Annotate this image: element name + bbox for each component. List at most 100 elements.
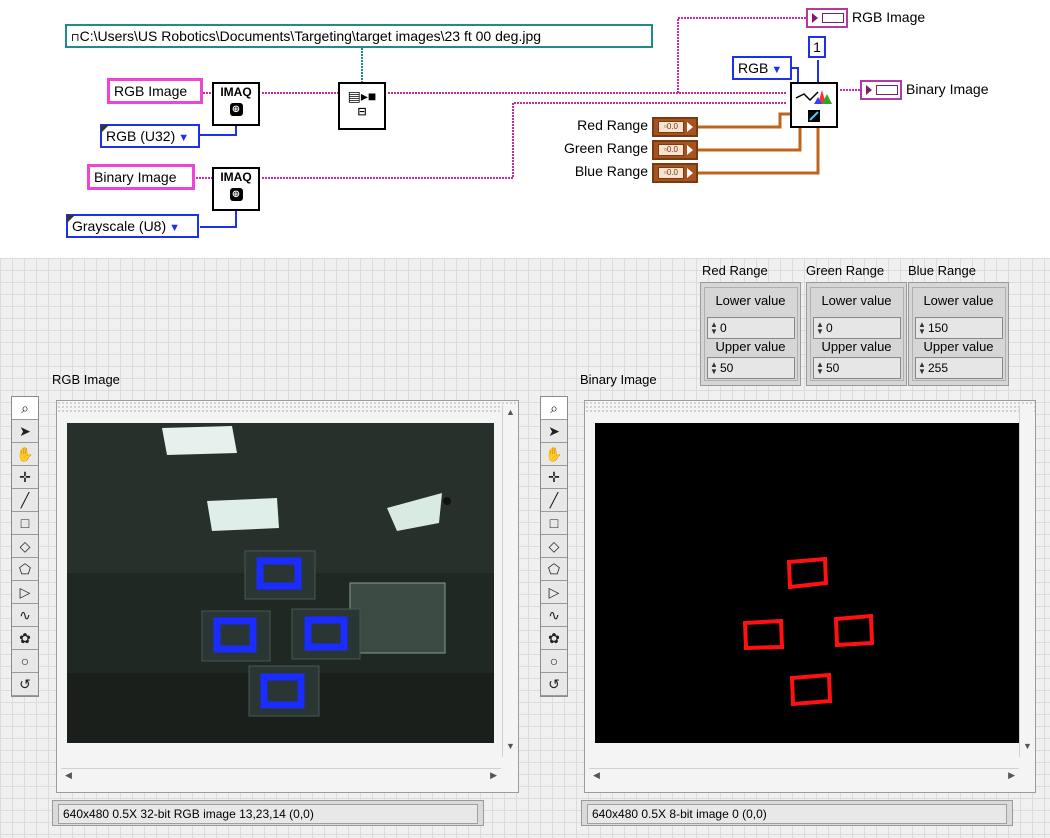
rotated-rectangle-icon[interactable]: ◇ [541,535,567,558]
blue-range-terminal[interactable]: ▫0.0 [652,163,698,183]
freehand-region-icon[interactable]: ▷ [12,581,38,604]
rgb-image-canvas[interactable] [67,423,494,743]
blue-range-label: Blue Range [574,163,648,179]
line-icon[interactable]: ╱ [541,489,567,512]
green-range-cluster: Lower value ▲ ▼ 0 Upper value ▲ ▼ 50 [806,282,907,386]
imaq-icon: ⊟ [357,106,367,118]
green-range-label: Green Range [563,140,648,156]
polygon-icon[interactable]: ⬠ [541,558,567,581]
imaq-create-icon: ⊕ [229,188,243,201]
blue-lower-value-input[interactable]: ▲ ▼ 150 [915,317,1003,339]
imaq-create-rgb-node[interactable]: IMAQ ⊕ [212,82,260,126]
scroll-right-icon[interactable]: ▶ [490,770,497,781]
green-lower-value-input[interactable]: ▲ ▼ 0 [813,317,901,339]
green-range-title: Green Range [806,263,885,278]
red-range-label: Red Range [577,117,648,133]
binary-image-create-name[interactable]: Binary Image [87,164,195,190]
rgb-image-indicator-terminal[interactable] [806,8,848,28]
rgb-image-type-enum[interactable]: RGB (U32) ▼ [100,124,200,148]
upper-value-label: Upper value [715,339,786,354]
rgb-image-info-text: 640x480 0.5X 32-bit RGB image 13,23,14 (… [58,804,478,824]
oval-icon[interactable]: ○ [541,650,567,673]
zoom-icon[interactable]: ⌕ [12,397,38,420]
color-mode-enum[interactable]: RGB ▼ [732,56,792,80]
pointer-icon[interactable]: ➤ [541,420,567,443]
binary-image-info-bar: 640x480 0.5X 8-bit image 0 (0,0) [581,800,1013,826]
rgb-image-picture [67,423,494,743]
rotated-rectangle-icon[interactable]: ◇ [12,535,38,558]
polygon-icon[interactable]: ⬠ [12,558,38,581]
gray-image-type-enum[interactable]: Grayscale (U8) ▼ [66,214,199,238]
binary-image-display[interactable]: ▼ ◀ ▶ [584,400,1036,793]
color-threshold-node[interactable] [790,82,838,128]
upper-value-label: Upper value [923,339,994,354]
red-range-cluster: Lower value ▲ ▼ 0 Upper value ▲ ▼ 50 [700,282,801,386]
read-file-node[interactable]: ▤▸■ ⊟ [338,82,386,130]
scroll-left-icon[interactable]: ◀ [593,770,600,781]
scroll-up-icon[interactable]: ▲ [506,407,515,417]
rgb-image-create-name[interactable]: RGB Image [107,78,203,104]
binary-horizontal-scrollbar[interactable]: ◀ ▶ [589,768,1019,782]
spin-arrows-icon[interactable]: ▲ ▼ [816,321,824,336]
scroll-right-icon[interactable]: ▶ [1008,770,1015,781]
binary-image-canvas[interactable] [595,423,1022,743]
scroll-down-icon[interactable]: ▼ [1023,741,1032,751]
pan-icon[interactable]: ✋ [541,443,567,466]
chevron-down-icon: ▼ [169,222,181,234]
broken-line-icon[interactable]: ↺ [12,673,38,696]
green-upper-value-input[interactable]: ▲ ▼ 50 [813,357,901,379]
front-panel: Red Range Green Range Blue Range Lower v… [0,258,1050,838]
scroll-down-icon[interactable]: ▼ [506,741,515,751]
red-lower-value-input[interactable]: ▲ ▼ 0 [707,317,795,339]
spin-arrows-icon[interactable]: ▲ ▼ [816,361,824,376]
spin-arrows-icon[interactable]: ▲ ▼ [710,361,718,376]
block-diagram: ⊓C:\Users\US Robotics\Documents\Targetin… [0,0,1050,258]
imaq-create-icon: ⊕ [229,103,243,116]
zoom-icon[interactable]: ⌕ [541,397,567,420]
binary-vertical-scrollbar[interactable]: ▼ [1019,405,1033,757]
binary-image-toolbox: ⌕ ➤ ✋ ✛ ╱ □ ◇ ⬠ ▷ ∿ ✿ ○ ↺ [540,396,568,697]
binary-image-picture [595,423,1022,743]
upper-value-label: Upper value [821,339,892,354]
broken-line-icon[interactable]: ↺ [541,673,567,696]
freehand-region-icon[interactable]: ▷ [541,581,567,604]
spin-arrows-icon[interactable]: ▲ ▼ [710,321,718,336]
rgb-horizontal-scrollbar[interactable]: ◀ ▶ [61,768,501,782]
rgb-vertical-scrollbar[interactable]: ▲ ▼ [502,405,516,757]
binary-image-display-label: Binary Image [580,372,657,387]
line-icon[interactable]: ╱ [12,489,38,512]
path-icon: ⊓ [71,32,80,44]
binary-image-indicator-label: Binary Image [906,81,989,97]
lower-value-label: Lower value [923,293,994,308]
file-path-constant[interactable]: ⊓C:\Users\US Robotics\Documents\Targetin… [65,24,653,48]
spin-arrows-icon[interactable]: ▲ ▼ [918,361,926,376]
oval-icon[interactable]: ○ [12,650,38,673]
binary-image-indicator-terminal[interactable] [860,80,902,100]
freehand-line-icon[interactable]: ∿ [12,604,38,627]
blue-upper-value-input[interactable]: ▲ ▼ 255 [915,357,1003,379]
crosshair-icon[interactable]: ✛ [541,466,567,489]
imaq-create-binary-node[interactable]: IMAQ ⊕ [212,167,260,211]
red-range-terminal[interactable]: ▫0.0 [652,117,698,137]
annulus-icon[interactable]: ✿ [12,627,38,650]
rectangle-icon[interactable]: □ [541,512,567,535]
freehand-line-icon[interactable]: ∿ [541,604,567,627]
file-to-image-icon: ▤▸■ [347,88,377,104]
lower-value-label: Lower value [715,293,786,308]
rectangle-icon[interactable]: □ [12,512,38,535]
blue-range-title: Blue Range [908,263,976,278]
scroll-left-icon[interactable]: ◀ [65,770,72,781]
pointer-icon[interactable]: ➤ [12,420,38,443]
chevron-down-icon: ▼ [178,132,190,144]
rgb-image-display-label: RGB Image [52,372,120,387]
rgb-image-display[interactable]: ▲ ▼ ◀ ▶ [56,400,519,793]
chevron-down-icon: ▼ [771,64,783,76]
pan-icon[interactable]: ✋ [12,443,38,466]
rgb-image-info-bar: 640x480 0.5X 32-bit RGB image 13,23,14 (… [52,800,484,826]
spin-arrows-icon[interactable]: ▲ ▼ [918,321,926,336]
crosshair-icon[interactable]: ✛ [12,466,38,489]
annulus-icon[interactable]: ✿ [541,627,567,650]
replace-value-constant[interactable]: 1 [808,36,826,58]
green-range-terminal[interactable]: ▫0.0 [652,140,698,160]
red-upper-value-input[interactable]: ▲ ▼ 50 [707,357,795,379]
